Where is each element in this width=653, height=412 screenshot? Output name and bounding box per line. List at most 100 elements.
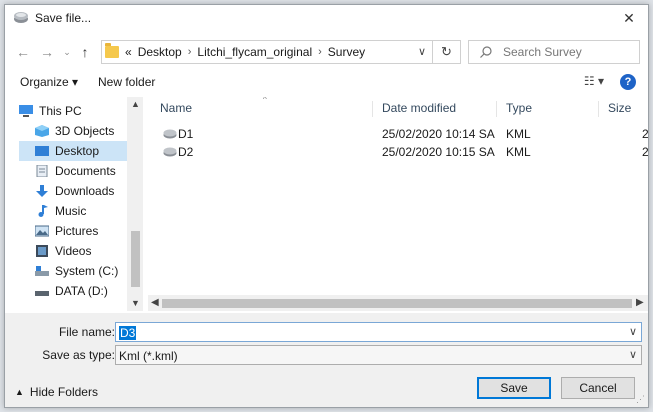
nav-item-videos[interactable]: Videos <box>19 241 127 261</box>
nav-item-label: This PC <box>39 104 82 118</box>
nav-item-label: Downloads <box>55 184 115 198</box>
nav-item-label: DATA (D:) <box>55 284 108 298</box>
horizontal-scrollbar[interactable]: ◀ ▶ <box>148 295 648 311</box>
nav-item-label: Documents <box>55 164 116 178</box>
music-icon <box>38 205 48 217</box>
toolbar: Organize ▾ New folder ☷ ▾ ? <box>5 71 648 95</box>
nav-item-downloads[interactable]: Downloads <box>19 181 127 201</box>
pc-icon <box>19 105 33 117</box>
cube-icon <box>35 125 49 137</box>
file-size: 2 <box>642 145 648 159</box>
document-icon <box>36 165 48 177</box>
close-button[interactable]: ✕ <box>614 7 644 29</box>
nav-item-label: Desktop <box>55 144 100 158</box>
address-bar[interactable]: « Desktop › Litchi_flycam_original › Sur… <box>101 40 461 64</box>
nav-scrollbar[interactable]: ▲ ▼ <box>127 97 143 311</box>
app-icon <box>13 10 29 26</box>
recent-locations-button[interactable]: ⌄ <box>57 42 77 62</box>
filename-label: File name: <box>58 325 115 339</box>
nav-item-label: System (C:) <box>55 264 119 278</box>
column-divider[interactable] <box>598 101 599 117</box>
drive-icon <box>35 291 49 296</box>
file-name: D1 <box>178 127 194 141</box>
file-row[interactable]: D1 25/02/2020 10:14 SA KML 2 <box>156 125 648 143</box>
nav-item-this-pc[interactable]: This PC <box>19 101 127 121</box>
file-row[interactable]: D2 25/02/2020 10:15 SA KML 2 <box>156 143 648 161</box>
scroll-right-arrow[interactable]: ▶ <box>636 297 644 308</box>
download-icon <box>36 185 48 197</box>
scroll-up-arrow[interactable]: ▲ <box>131 99 140 109</box>
help-icon[interactable]: ? <box>620 74 636 90</box>
nav-item-data-d[interactable]: DATA (D:) <box>19 281 127 301</box>
view-options-button[interactable]: ☷ ▾ <box>584 74 604 88</box>
nav-item-music[interactable]: Music <box>19 201 127 221</box>
save-as-type-value: Kml (*.kml) <box>119 349 178 363</box>
chevron-up-icon: ▲ <box>15 387 24 397</box>
save-button[interactable]: Save <box>477 377 551 399</box>
breadcrumb-separator[interactable]: › <box>188 46 192 58</box>
new-folder-button[interactable]: New folder <box>98 75 155 89</box>
horizontal-scrollbar-thumb[interactable] <box>162 299 632 308</box>
drive-icon <box>35 266 49 276</box>
back-button[interactable]: ← <box>13 42 33 62</box>
forward-button[interactable]: → <box>37 42 57 62</box>
search-icon <box>479 45 493 59</box>
nav-item-system-c[interactable]: System (C:) <box>19 261 127 281</box>
file-type: KML <box>506 145 531 159</box>
scroll-down-arrow[interactable]: ▼ <box>131 298 140 308</box>
navigation-pane: This PC 3D Objects Desktop Documents Dow… <box>19 97 143 311</box>
picture-icon <box>35 225 49 237</box>
organize-button[interactable]: Organize ▾ <box>20 75 78 89</box>
breadcrumb-separator[interactable]: › <box>318 46 322 58</box>
breadcrumb-desktop[interactable]: Desktop <box>138 45 182 59</box>
breadcrumb-overflow[interactable]: « <box>125 45 132 59</box>
search-placeholder: Search Survey <box>503 45 582 59</box>
video-icon <box>36 245 48 257</box>
nav-item-label: 3D Objects <box>55 124 115 138</box>
search-input[interactable]: Search Survey <box>468 40 640 64</box>
up-button[interactable]: ↑ <box>75 42 95 62</box>
save-options-area: File name: D3 ∨ Save as type: Kml (*.kml… <box>5 313 648 373</box>
bottom-bar: ▲ Hide Folders Save Cancel ⋰ <box>5 373 648 407</box>
refresh-button[interactable]: ↻ <box>432 41 460 63</box>
chevron-down-icon[interactable]: ∨ <box>629 348 637 361</box>
address-row: ← → ⌄ ↑ « Desktop › Litchi_flycam_origin… <box>5 38 648 66</box>
window-title: Save file... <box>35 11 92 25</box>
column-header-type[interactable]: Type <box>506 101 532 115</box>
hide-folders-button[interactable]: ▲ Hide Folders <box>15 385 98 399</box>
nav-item-pictures[interactable]: Pictures <box>19 221 127 241</box>
filename-input[interactable]: D3 ∨ <box>115 322 642 342</box>
file-date: 25/02/2020 10:15 SA <box>382 145 495 159</box>
address-dropdown-icon[interactable]: ∨ <box>418 45 426 58</box>
resize-grip-icon[interactable]: ⋰ <box>636 394 645 405</box>
nav-item-documents[interactable]: Documents <box>19 161 127 181</box>
nav-item-label: Music <box>55 204 87 218</box>
breadcrumb-litchi[interactable]: Litchi_flycam_original <box>197 45 312 59</box>
file-date: 25/02/2020 10:14 SA <box>382 127 495 141</box>
scroll-left-arrow[interactable]: ◀ <box>151 297 159 308</box>
save-as-type-label: Save as type: <box>42 348 115 362</box>
hide-folders-label: Hide Folders <box>29 385 98 399</box>
file-name: D2 <box>178 145 194 159</box>
file-size: 2 <box>642 127 648 141</box>
cancel-button[interactable]: Cancel <box>561 377 635 399</box>
breadcrumb-survey[interactable]: Survey <box>328 45 365 59</box>
nav-item-desktop[interactable]: Desktop <box>19 141 127 161</box>
column-divider[interactable] <box>496 101 497 117</box>
save-as-type-select[interactable]: Kml (*.kml) ∨ <box>115 345 642 365</box>
column-divider[interactable] <box>372 101 373 117</box>
column-header-date-modified[interactable]: Date modified <box>382 101 456 115</box>
nav-item-label: Pictures <box>55 224 99 238</box>
sort-ascending-icon: ^ <box>263 97 267 104</box>
desktop-icon <box>35 146 49 156</box>
folder-icon <box>105 43 119 58</box>
kml-file-icon <box>163 147 177 157</box>
column-header-name[interactable]: Name <box>160 101 192 115</box>
chevron-down-icon[interactable]: ∨ <box>629 325 637 338</box>
save-file-dialog: Save file... ✕ ← → ⌄ ↑ « Desktop › Litch… <box>4 4 649 408</box>
nav-scrollbar-thumb[interactable] <box>131 231 140 287</box>
column-header-size[interactable]: Size <box>608 101 631 115</box>
title-bar: Save file... ✕ <box>5 5 648 31</box>
nav-item-3d-objects[interactable]: 3D Objects <box>19 121 127 141</box>
file-type: KML <box>506 127 531 141</box>
